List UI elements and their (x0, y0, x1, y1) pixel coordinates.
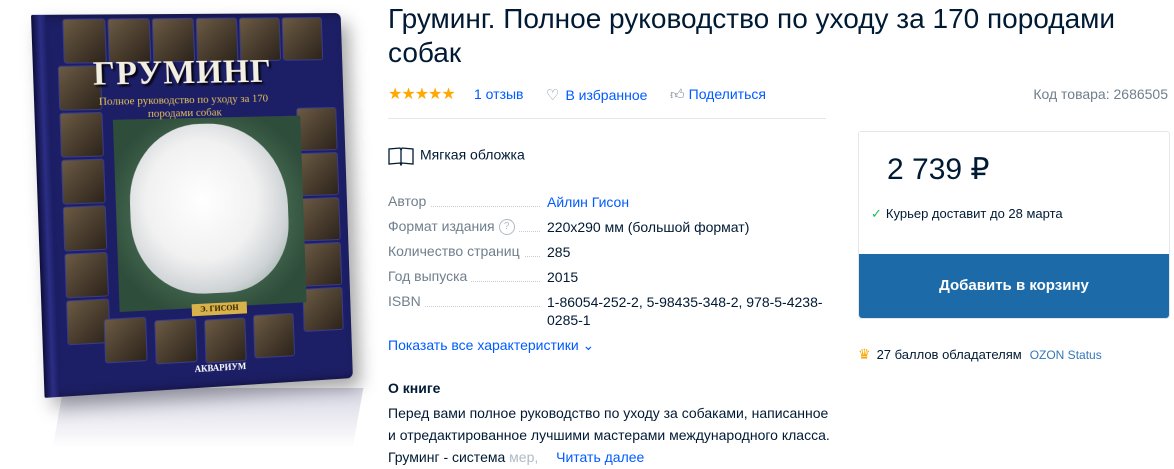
book-reflection (52, 388, 364, 448)
book-spine (31, 14, 60, 398)
rating-stars[interactable]: ★★★★★ (388, 84, 456, 104)
dog-photo-tile (62, 205, 108, 252)
product-title: Груминг. Полное руководство по уходу за … (388, 3, 1116, 68)
share-button[interactable]: 👍︎ Поделиться (670, 86, 766, 103)
spec-key: Количество страниц (388, 243, 524, 259)
product-image[interactable]: ГРУМИНГ Полное руководство по уходу за 1… (0, 0, 380, 469)
cover-subtitle: Полное руководство по уходу за 170 пород… (98, 92, 269, 121)
product-meta-row: ★★★★★ 1 отзыв ♡ В избранное 👍︎ Поделиться … (388, 84, 1174, 104)
read-more-link[interactable]: Читать далее (556, 449, 644, 465)
spec-key: Год выпуска (388, 268, 472, 284)
show-all-specs-link[interactable]: Показать все характеристики ⌄ (388, 337, 594, 354)
thumbs-up-icon: 👍︎ (670, 86, 685, 102)
crown-icon: ♛ (858, 346, 871, 362)
spec-row: Количество страниц 285 (388, 243, 828, 260)
delivery-info: ✓ Курьер доставит до 28 марта (871, 206, 1063, 222)
spec-row: ISBN 1-86054-252-2, 5-98435-348-2, 978-5… (388, 293, 828, 328)
spec-row: Год выпуска 2015 (388, 268, 828, 285)
dog-photo-tile (300, 241, 343, 287)
dog-photo-tile (299, 196, 341, 242)
binding-type: Мягкая обложка (388, 146, 525, 166)
author-link[interactable]: Айлин Гисон (547, 193, 827, 211)
spec-key: Автор (388, 193, 431, 209)
dog-photo-tile (296, 106, 338, 152)
heart-icon: ♡ (546, 87, 560, 104)
cover-author: Э. ГИСОН (191, 301, 248, 317)
about-heading: О книге (388, 380, 441, 396)
favorite-button[interactable]: ♡ В избранное (546, 86, 647, 104)
book-cover: ГРУМИНГ Полное руководство по уходу за 1… (31, 13, 353, 398)
dog-photo-tile (61, 158, 106, 205)
help-icon[interactable]: ? (498, 219, 515, 236)
spec-key: ISBN (388, 293, 425, 309)
reviews-link[interactable]: 1 отзыв (474, 86, 524, 102)
spec-key-label: Формат издания (388, 218, 495, 234)
divider (388, 118, 826, 119)
product-sku: Код товара: 2686505 (1033, 86, 1168, 102)
price: 2 739 ₽ (887, 153, 990, 186)
dog-photo-tile (302, 286, 344, 332)
points-label: 27 баллов обладателям (876, 347, 1022, 362)
spec-value: 1-86054-252-2, 5-98435-348-2, 978-5-4238… (547, 294, 823, 328)
dog-photo-tile (281, 17, 324, 61)
spec-key: Формат издания? (388, 218, 519, 236)
buy-box: 2 739 ₽ ✓ Курьер доставит до 28 марта Доб… (858, 131, 1170, 319)
spec-value: 285 (547, 244, 571, 260)
ozon-status-link[interactable]: OZON Status (1030, 348, 1102, 362)
spec-value: 220x290 мм (большой формат) (547, 219, 750, 235)
add-to-cart-button[interactable]: Добавить в корзину (859, 254, 1169, 318)
dog-photo-tile (252, 312, 296, 359)
spec-row: Автор Айлин Гисон (388, 193, 828, 211)
dog-photo-tile (64, 251, 109, 299)
book-open-icon (388, 147, 414, 166)
dog-photo-tile (154, 318, 198, 365)
spec-row: Формат издания? 220x290 мм (большой форм… (388, 218, 828, 236)
favorite-label: В избранное (565, 87, 648, 103)
about-text: Перед вами полное руководство по уходу з… (388, 402, 832, 468)
dog-photo-tile (204, 317, 247, 364)
check-icon: ✓ (871, 206, 882, 221)
dog-photo-tile (103, 316, 148, 364)
delivery-label: Курьер доставит до 28 марта (885, 206, 1063, 221)
loyalty-points: ♛ 27 баллов обладателям OZON Status (858, 346, 1102, 363)
share-label: Поделиться (688, 86, 766, 102)
cover-title: ГРУМИНГ (92, 52, 273, 93)
spec-value: 2015 (547, 269, 579, 285)
about-fade: мер, (509, 449, 543, 465)
dog-photo-tile (297, 151, 340, 197)
binding-label: Мягкая обложка (420, 146, 525, 163)
